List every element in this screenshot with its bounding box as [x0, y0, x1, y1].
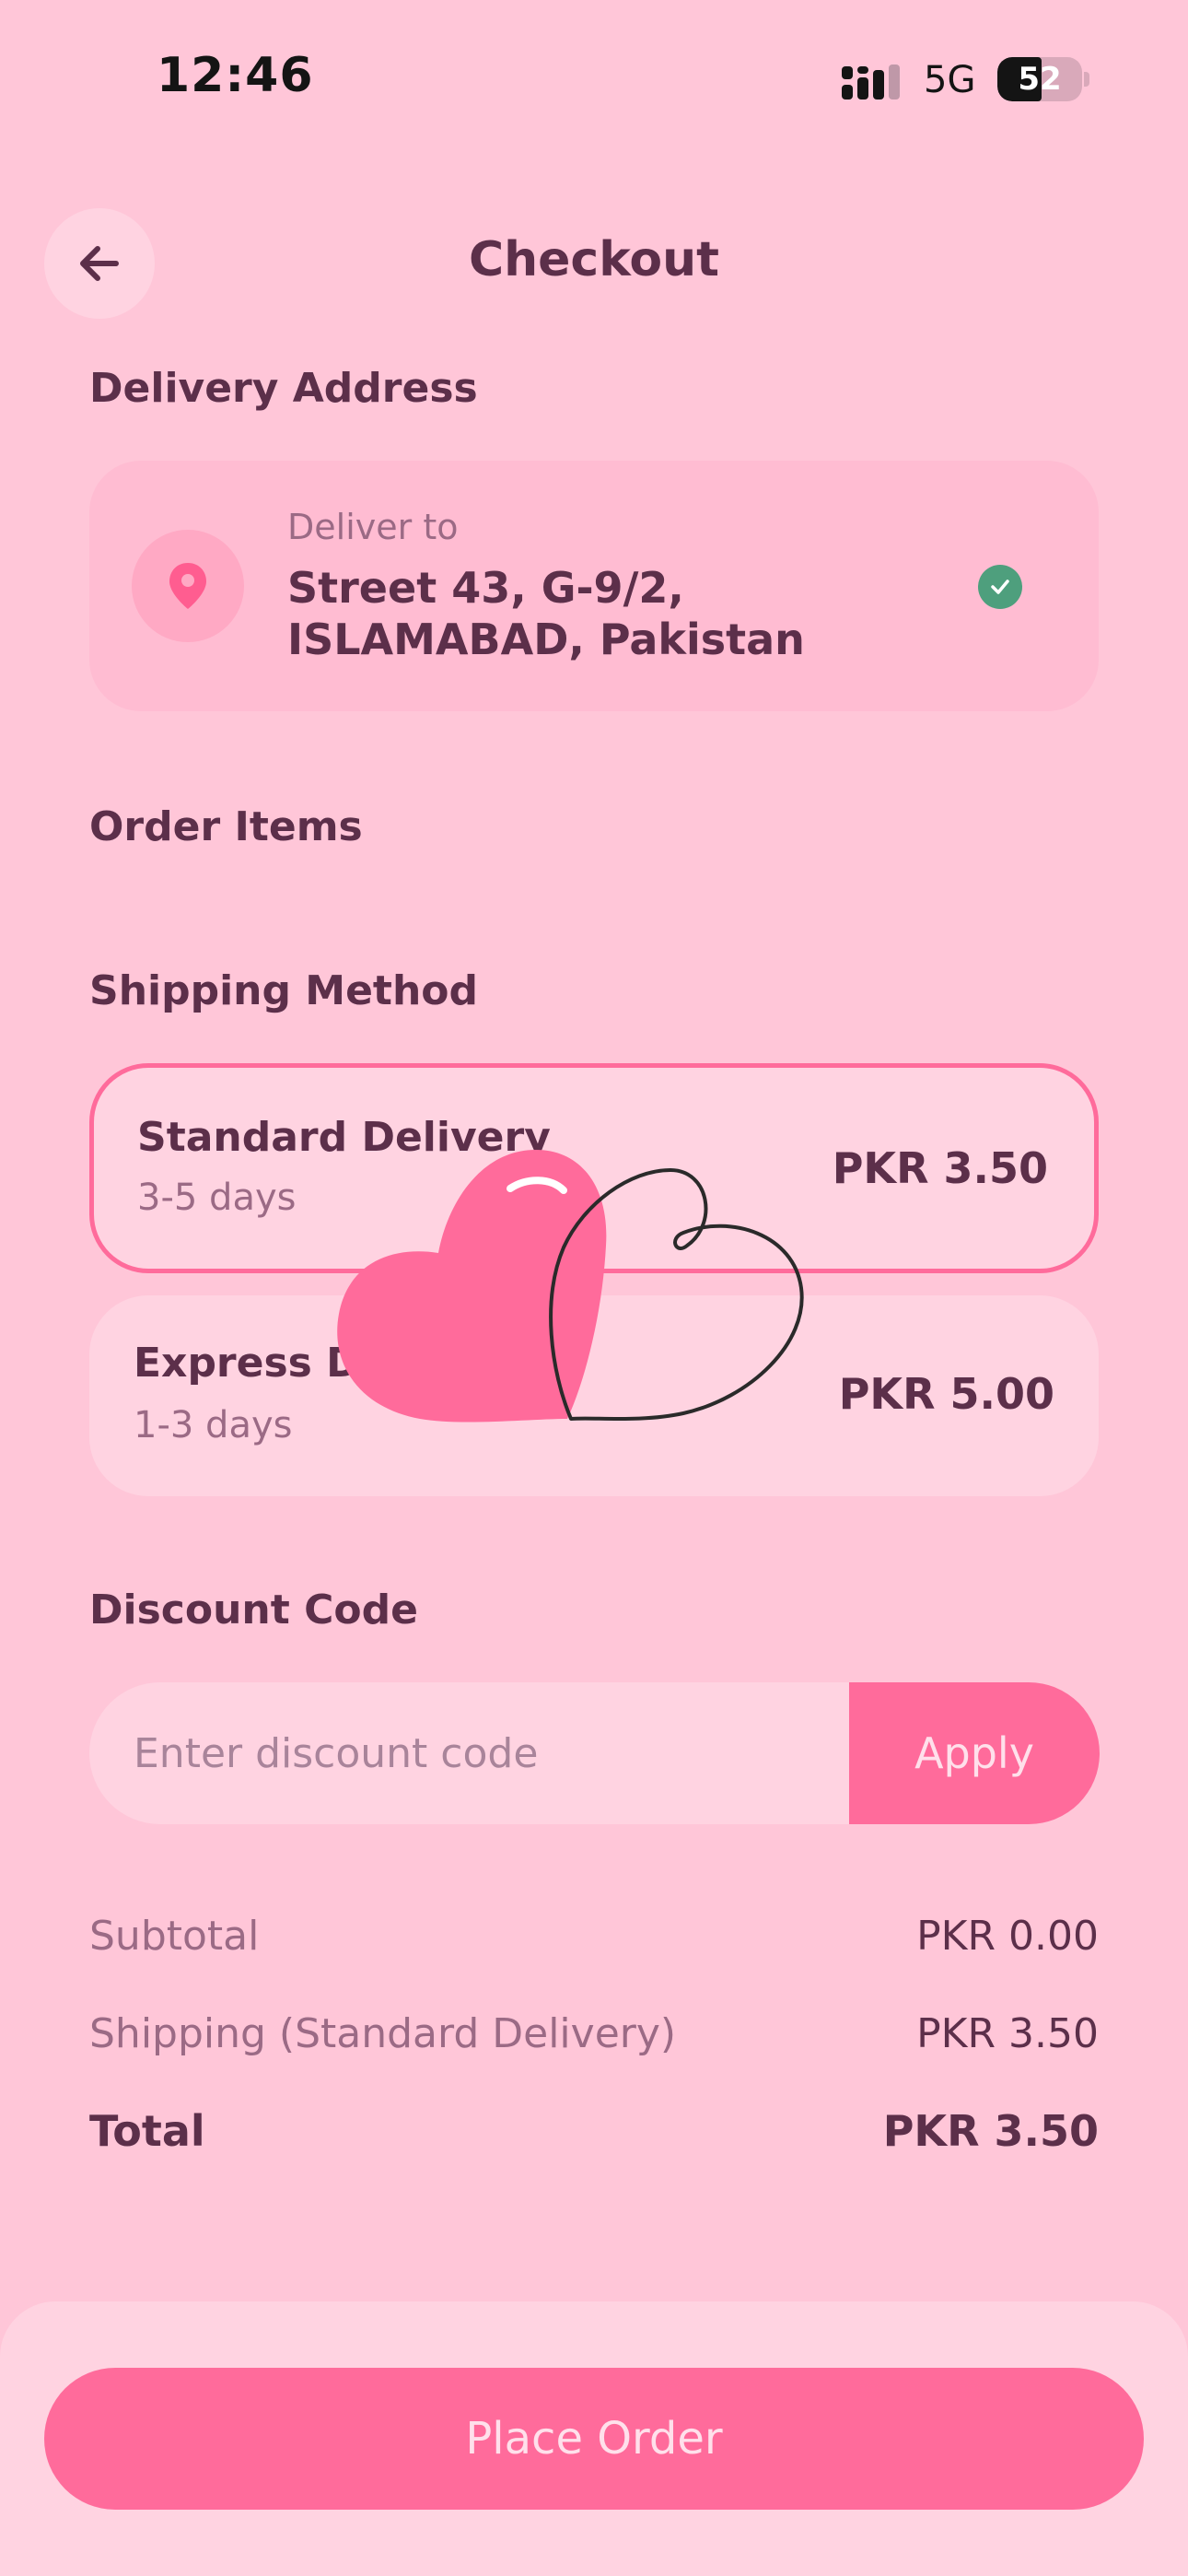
subtotal-value: PKR 0.00	[916, 1913, 1099, 1960]
status-time: 12:46	[157, 48, 314, 103]
discount-code-input[interactable]	[89, 1682, 863, 1824]
total-value: PKR 3.50	[882, 2106, 1099, 2156]
battery-level-text: 52	[1018, 61, 1062, 98]
shipping-option-price: PKR 3.50	[832, 1143, 1048, 1193]
page-title: Checkout	[468, 232, 720, 287]
map-pin-icon	[169, 563, 206, 609]
cellular-signal-icon	[842, 64, 900, 100]
network-type: 5G	[924, 59, 976, 101]
deliver-to-label: Deliver to	[287, 507, 459, 547]
total-label: Total	[89, 2106, 205, 2156]
shipping-cost-value: PKR 3.50	[916, 2010, 1099, 2057]
check-circle-icon	[978, 565, 1022, 609]
shipping-option-days: 1-3 days	[134, 1404, 293, 1446]
shipping-option-days: 3-5 days	[137, 1177, 297, 1219]
delivery-address-heading: Delivery Address	[89, 365, 478, 412]
discount-code-heading: Discount Code	[89, 1587, 418, 1633]
hearts-decoration-icon	[337, 1150, 804, 1423]
battery-tip	[1084, 72, 1089, 87]
order-items-heading: Order Items	[89, 803, 363, 850]
delivery-address-text: Street 43, G-9/2, ISLAMABAD, Pakistan	[287, 563, 805, 664]
place-order-button[interactable]: Place Order	[44, 2368, 1144, 2510]
shipping-option-price: PKR 5.00	[838, 1369, 1054, 1419]
shipping-cost-label: Shipping (Standard Delivery)	[89, 2010, 677, 2057]
battery-icon: 52	[997, 57, 1082, 101]
location-pin-badge	[132, 530, 244, 642]
subtotal-label: Subtotal	[89, 1913, 260, 1960]
shipping-method-heading: Shipping Method	[89, 967, 479, 1014]
apply-discount-button[interactable]: Apply	[849, 1682, 1100, 1824]
